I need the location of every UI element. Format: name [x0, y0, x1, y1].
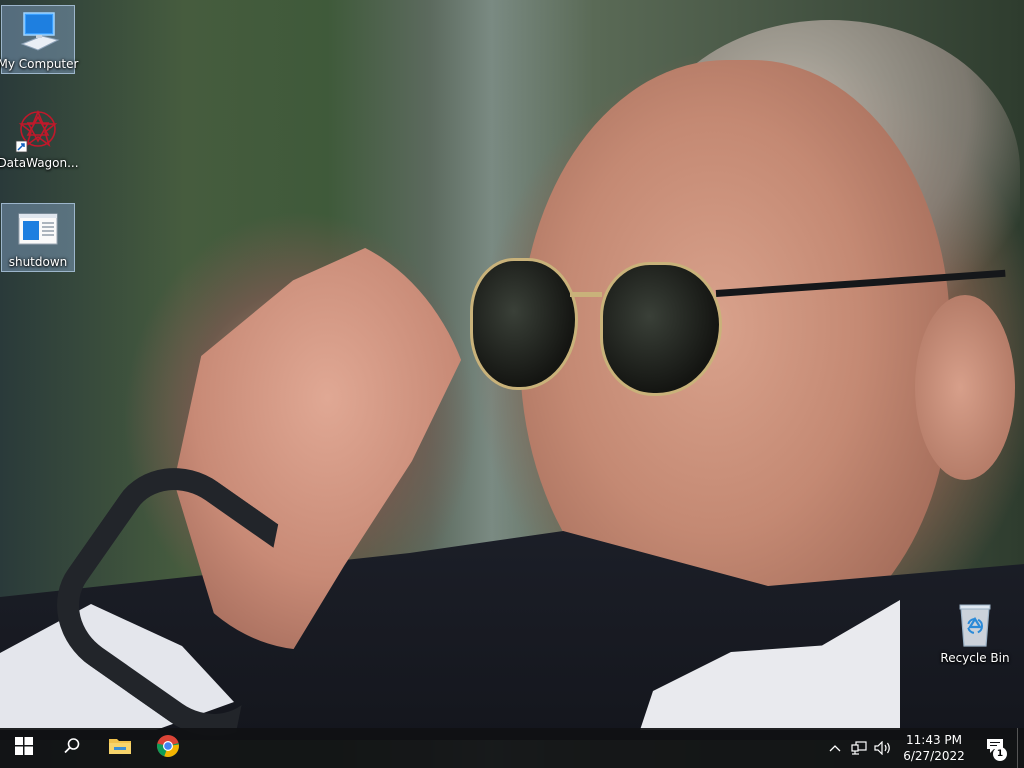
network-icon[interactable]	[847, 728, 871, 768]
action-center-button[interactable]: 1	[973, 728, 1017, 768]
taskbar: 11:43 PM 6/27/2022 1	[0, 728, 1024, 768]
recycle-bin-icon	[951, 602, 999, 648]
taskbar-chrome[interactable]	[144, 728, 192, 768]
desktop[interactable]: My Computer DataWagon... shutdown Recycl…	[0, 0, 1024, 768]
datawagon-star-icon	[14, 107, 62, 153]
monitor-icon	[14, 8, 62, 54]
chrome-icon	[156, 734, 180, 762]
desktop-icon-label: My Computer	[0, 57, 79, 71]
desktop-icon-label: shutdown	[8, 255, 68, 269]
shutdown-script-icon	[14, 206, 62, 252]
desktop-icon-my-computer[interactable]: My Computer	[0, 5, 79, 74]
chevron-up-icon[interactable]	[823, 728, 847, 768]
desktop-icon-recycle-bin[interactable]: Recycle Bin	[938, 600, 1012, 670]
desktop-icon-label: Recycle Bin	[940, 651, 1010, 665]
notification-count-badge: 1	[993, 747, 1007, 761]
system-tray: 11:43 PM 6/27/2022 1	[823, 728, 1024, 768]
start-button[interactable]	[0, 728, 48, 768]
windows-logo-icon	[15, 737, 33, 759]
taskbar-clock[interactable]: 11:43 PM 6/27/2022	[895, 728, 973, 768]
taskbar-file-explorer[interactable]	[96, 728, 144, 768]
volume-icon[interactable]	[871, 728, 895, 768]
desktop-icon-datawagon[interactable]: DataWagon...	[0, 105, 79, 175]
folder-icon	[108, 736, 132, 760]
desktop-icon-label: DataWagon...	[0, 156, 79, 170]
clock-time: 11:43 PM	[906, 733, 962, 747]
clock-date: 6/27/2022	[903, 749, 965, 763]
search-icon	[63, 737, 81, 759]
desktop-icon-shutdown[interactable]: shutdown	[1, 203, 75, 272]
show-desktop-button[interactable]	[1017, 728, 1024, 768]
search-button[interactable]	[48, 728, 96, 768]
